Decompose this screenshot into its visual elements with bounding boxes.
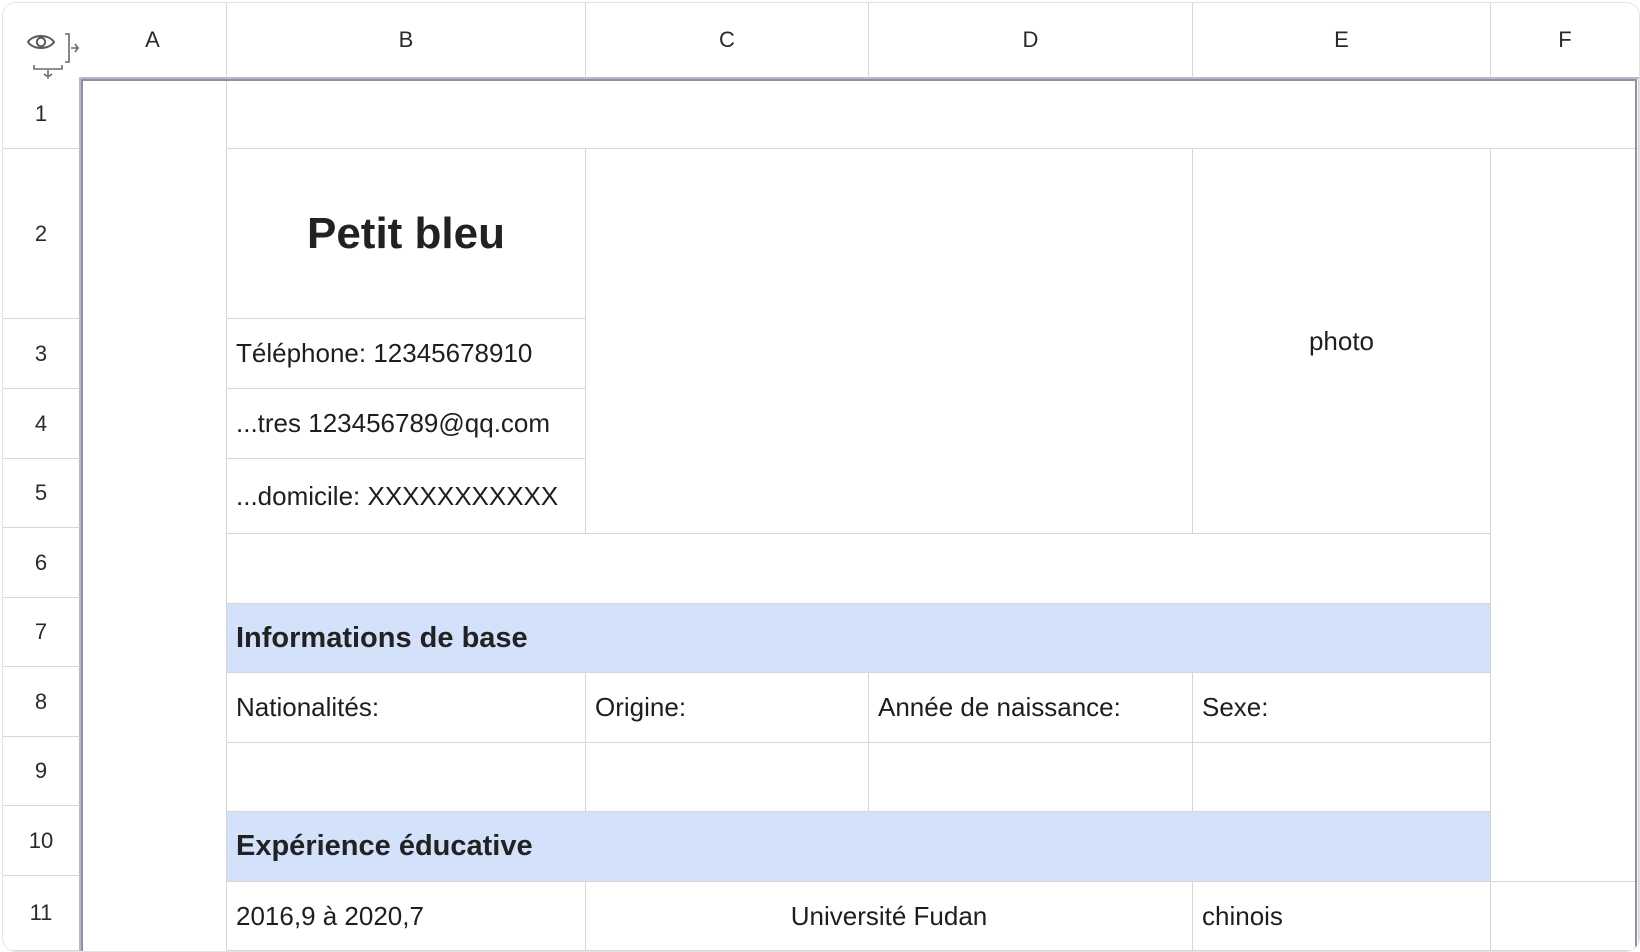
column-header-f[interactable]: F xyxy=(1491,3,1639,79)
row-header-9[interactable]: 9 xyxy=(3,737,81,806)
row-header-8[interactable]: 8 xyxy=(3,667,81,737)
origin-label[interactable]: Origine: xyxy=(586,673,869,743)
row-header-4[interactable]: 4 xyxy=(3,389,81,459)
row-header-5[interactable]: 5 xyxy=(3,459,81,528)
cell-c9[interactable] xyxy=(586,743,869,812)
cell-column-f[interactable] xyxy=(1491,149,1639,882)
education-language[interactable]: chinois xyxy=(1193,882,1491,951)
birth-year-label[interactable]: Année de naissance: xyxy=(869,673,1193,743)
cell-column-a[interactable] xyxy=(81,79,227,951)
cell-e9[interactable] xyxy=(1193,743,1491,812)
row-header-6[interactable]: 6 xyxy=(3,528,81,598)
cell-d9[interactable] xyxy=(869,743,1193,812)
spreadsheet-frame: A B C D E F 1 2 3 4 5 6 7 8 9 10 11 Peti… xyxy=(2,2,1640,952)
row-header-3[interactable]: 3 xyxy=(3,319,81,389)
cell-c2-d5-merged[interactable] xyxy=(586,149,1193,534)
cell-grid: Petit bleu photo Téléphone: 12345678910 … xyxy=(81,79,1639,951)
row-header-11[interactable]: 11 xyxy=(3,876,81,951)
sex-label[interactable]: Sexe: xyxy=(1193,673,1491,743)
cell-f11[interactable] xyxy=(1491,882,1639,951)
column-header-a[interactable]: A xyxy=(79,3,227,79)
row-header-10[interactable]: 10 xyxy=(3,806,81,876)
row-header-7[interactable]: 7 xyxy=(3,598,81,667)
address-cell[interactable]: ...domicile: XXXXXXXXXXX xyxy=(227,459,586,534)
phone-cell[interactable]: Téléphone: 12345678910 xyxy=(227,319,586,389)
section-heading-education[interactable]: Expérience éducative xyxy=(227,812,1491,882)
cell-row1-merged[interactable] xyxy=(227,79,1639,149)
column-header-e[interactable]: E xyxy=(1193,3,1491,79)
eye-icon[interactable] xyxy=(26,31,56,58)
photo-cell[interactable]: photo xyxy=(1193,149,1491,534)
header-corner xyxy=(3,3,95,91)
cell-row6-merged[interactable] xyxy=(227,534,1491,604)
cell-b9[interactable] xyxy=(227,743,586,812)
nationality-label[interactable]: Nationalités: xyxy=(227,673,586,743)
column-header-c[interactable]: C xyxy=(586,3,869,79)
email-cell[interactable]: ...tres 123456789@qq.com xyxy=(227,389,586,459)
column-header-d[interactable]: D xyxy=(869,3,1193,79)
row-header-1[interactable]: 1 xyxy=(3,79,81,149)
column-header-b[interactable]: B xyxy=(227,3,586,79)
education-period[interactable]: 2016,9 à 2020,7 xyxy=(227,882,586,951)
section-heading-basic-info[interactable]: Informations de base xyxy=(227,604,1491,673)
name-title[interactable]: Petit bleu xyxy=(227,149,586,319)
row-header-2[interactable]: 2 xyxy=(3,149,81,319)
education-school[interactable]: Université Fudan xyxy=(586,882,1193,951)
